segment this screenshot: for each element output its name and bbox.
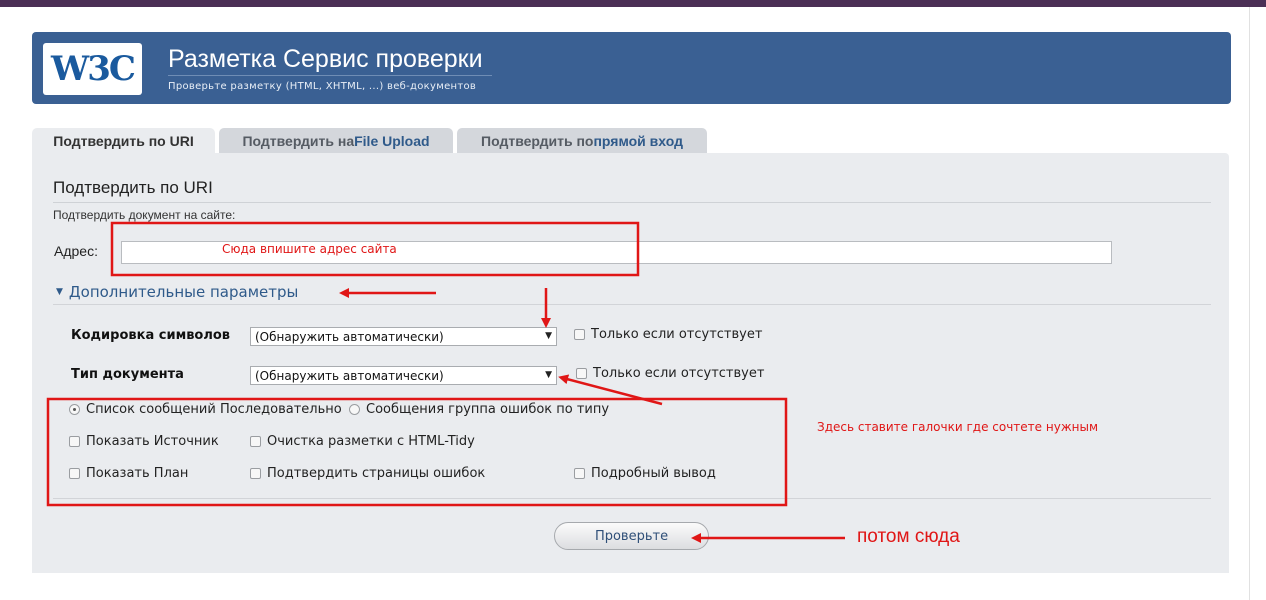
section-description: Подтвердить документ на сайте: bbox=[53, 208, 236, 222]
charset-only-if-missing-option[interactable]: Только если отсутствует bbox=[574, 327, 762, 342]
annotation-then-note: потом сюда bbox=[857, 526, 960, 547]
more-options-toggle[interactable]: ▼ Дополнительные параметры bbox=[56, 283, 298, 301]
group-by-type-label: Сообщения группа ошибок по типу bbox=[366, 402, 610, 417]
page: W3C Разметка Сервис проверки Проверьте р… bbox=[0, 0, 1266, 600]
verbose-output-checkbox[interactable] bbox=[574, 468, 585, 479]
doctype-only-if-missing-option[interactable]: Только если отсутствует bbox=[576, 366, 764, 381]
show-source-option[interactable]: Показать Источник bbox=[69, 434, 219, 449]
site-subtitle: Проверьте разметку (HTML, XHTML, ...) ве… bbox=[168, 81, 477, 92]
more-options-label: Дополнительные параметры bbox=[68, 283, 299, 301]
show-outline-checkbox[interactable] bbox=[69, 468, 80, 479]
group-by-type-option[interactable]: Сообщения группа ошибок по типу bbox=[349, 402, 609, 417]
verbose-output-label: Подробный вывод bbox=[591, 466, 716, 481]
validate-error-pages-label: Подтвердить страницы ошибок bbox=[267, 466, 486, 481]
section-divider bbox=[53, 202, 1211, 203]
show-source-label: Показать Источник bbox=[86, 434, 219, 449]
list-sequential-label: Список сообщений Последовательно bbox=[86, 402, 342, 417]
section-title: Подтвердить по URI bbox=[53, 178, 213, 197]
tab-validate-by-uri-label: Подтвердить по URI bbox=[53, 133, 194, 149]
tab-file-upload-label-a: Подтвердить на bbox=[242, 133, 355, 149]
cleanup-tidy-checkbox[interactable] bbox=[250, 436, 261, 447]
doctype-only-if-missing-label: Только если отсутствует bbox=[593, 366, 765, 381]
tab-direct-input-label-a: Подтвердить по bbox=[481, 133, 594, 149]
check-button[interactable]: Проверьте bbox=[554, 522, 709, 550]
title-underline bbox=[168, 75, 492, 76]
annotation-address-note: Сюда впишите адрес сайта bbox=[222, 242, 397, 256]
charset-only-if-missing-label: Только если отсутствует bbox=[591, 327, 763, 342]
tab-validate-by-direct-input[interactable]: Подтвердить по прямой вход bbox=[457, 128, 707, 154]
charset-label: Кодировка символов bbox=[71, 328, 231, 343]
tab-validate-by-file-upload[interactable]: Подтвердить на File Upload bbox=[219, 128, 453, 154]
w3c-logo-text: W3C bbox=[51, 49, 136, 89]
doctype-label: Тип документа bbox=[71, 367, 184, 382]
dropdown-arrow-icon: ▼ bbox=[545, 370, 552, 380]
tab-validate-by-uri[interactable]: Подтвердить по URI bbox=[32, 128, 215, 154]
show-source-checkbox[interactable] bbox=[69, 436, 80, 447]
dropdown-arrow-icon: ▼ bbox=[545, 331, 552, 341]
annotation-checkbox-note: Здесь ставите галочки где сочтете нужным bbox=[817, 420, 1098, 434]
address-label: Адрес: bbox=[54, 243, 98, 259]
validate-error-pages-option[interactable]: Подтвердить страницы ошибок bbox=[250, 466, 485, 481]
cleanup-tidy-label: Очистка разметки с HTML-Tidy bbox=[267, 434, 475, 449]
verbose-output-option[interactable]: Подробный вывод bbox=[574, 466, 716, 481]
charset-select-value: (Обнаружить автоматически) bbox=[255, 329, 444, 344]
right-divider bbox=[1249, 7, 1250, 600]
charset-only-if-missing-checkbox[interactable] bbox=[574, 329, 585, 340]
tab-direct-input-label-b: прямой вход bbox=[593, 133, 683, 149]
options-bottom-divider bbox=[53, 498, 1211, 499]
browser-top-bar bbox=[0, 0, 1266, 7]
site-title[interactable]: Разметка Сервис проверки bbox=[168, 45, 483, 74]
more-options-divider bbox=[53, 304, 1211, 305]
list-sequential-option[interactable]: Список сообщений Последовательно bbox=[69, 402, 342, 417]
w3c-logo[interactable]: W3C bbox=[43, 43, 142, 95]
doctype-only-if-missing-checkbox[interactable] bbox=[576, 368, 587, 379]
show-outline-option[interactable]: Показать План bbox=[69, 466, 188, 481]
validate-error-pages-checkbox[interactable] bbox=[250, 468, 261, 479]
charset-select[interactable]: (Обнаружить автоматически) ▼ bbox=[250, 327, 557, 346]
tab-file-upload-label-b: File Upload bbox=[354, 133, 430, 149]
header-banner: W3C Разметка Сервис проверки Проверьте р… bbox=[32, 32, 1231, 104]
list-sequential-radio[interactable] bbox=[69, 404, 80, 415]
group-by-type-radio[interactable] bbox=[349, 404, 360, 415]
caret-down-icon: ▼ bbox=[56, 287, 63, 297]
show-outline-label: Показать План bbox=[86, 466, 189, 481]
doctype-select[interactable]: (Обнаружить автоматически) ▼ bbox=[250, 366, 557, 385]
doctype-select-value: (Обнаружить автоматически) bbox=[255, 368, 444, 383]
cleanup-tidy-option[interactable]: Очистка разметки с HTML-Tidy bbox=[250, 434, 475, 449]
